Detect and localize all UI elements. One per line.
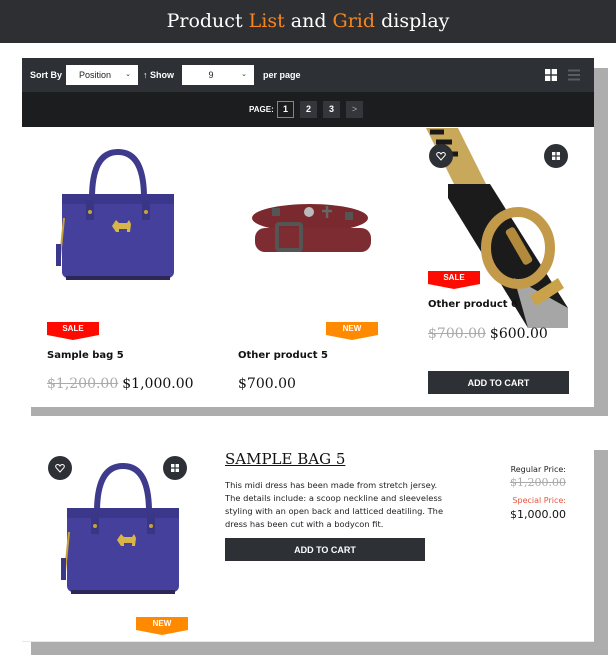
current-price: $1,000.00	[122, 376, 194, 392]
new-badge: NEW	[136, 617, 188, 635]
product-image-studded-belt[interactable]	[247, 196, 377, 266]
toolbar: Sort By Position ⌄ ↑ Show 9 ⌄ per page	[22, 58, 594, 92]
price-box: Regular Price: $1,200.00 Special Price: …	[510, 464, 566, 523]
sale-badge: SALE	[47, 322, 99, 340]
product-price: $700.00	[238, 376, 296, 392]
next-page-button[interactable]: >	[346, 101, 363, 118]
product-price: $1,200.00 $1,000.00	[47, 376, 194, 392]
banner-word-grid: Grid	[332, 10, 376, 32]
sort-by-select[interactable]: Position ⌄	[66, 65, 138, 85]
show-count-select[interactable]: 9 ⌄	[182, 65, 254, 85]
wishlist-button[interactable]	[48, 456, 72, 480]
pagination-label: PAGE:	[249, 105, 274, 114]
list-icon[interactable]	[568, 69, 580, 81]
product-name-link[interactable]: Sample bag 5	[47, 350, 124, 361]
chevron-right-icon: >	[351, 104, 358, 114]
product-image-purple-bag[interactable]	[57, 462, 189, 602]
old-price: $700.00	[428, 326, 486, 342]
list-view-panel: NEW SAMPLE BAG 5 This midi dress has bee…	[22, 440, 594, 642]
per-page-label: per page	[263, 70, 301, 80]
quick-view-button[interactable]	[163, 456, 187, 480]
special-price: $1,000.00	[510, 508, 566, 521]
banner-word: Product	[166, 10, 243, 32]
quick-view-button[interactable]	[544, 144, 568, 168]
regular-price-label: Regular Price:	[510, 465, 566, 474]
page-button-3[interactable]: 3	[323, 101, 340, 118]
product-name-link[interactable]: Other product 6	[428, 299, 518, 310]
product-image-purple-bag[interactable]	[52, 148, 184, 288]
pagination-bar: PAGE: 1 2 3 >	[22, 92, 594, 127]
old-price: $1,200.00	[47, 376, 119, 392]
heart-icon	[55, 463, 65, 473]
new-badge: NEW	[326, 322, 378, 340]
current-price: $600.00	[489, 326, 548, 342]
special-price-label: Special Price:	[512, 496, 566, 505]
show-label: Show	[150, 70, 175, 80]
grid-icon	[171, 464, 179, 472]
arrow-up-icon: ↑	[143, 70, 148, 80]
banner-word-list: List	[248, 10, 285, 32]
banner-word: display	[381, 10, 450, 32]
sort-direction-toggle[interactable]: ↑ Show	[143, 58, 174, 92]
banner-word: and	[290, 10, 327, 32]
add-to-cart-button[interactable]: ADD TO CART	[225, 538, 425, 561]
current-price: $700.00	[238, 376, 296, 392]
heart-icon	[436, 151, 446, 161]
product-price: $700.00 $600.00	[428, 326, 548, 342]
add-to-cart-button[interactable]: ADD TO CART	[428, 371, 569, 394]
grid-view-panel: Sort By Position ⌄ ↑ Show 9 ⌄ per page P…	[22, 58, 594, 407]
regular-price: $1,200.00	[510, 476, 566, 489]
chevron-down-icon: ⌄	[125, 71, 131, 78]
page-button-2[interactable]: 2	[300, 101, 317, 118]
grid-icon[interactable]	[545, 69, 557, 81]
product-description: This midi dress has been made from stret…	[225, 480, 444, 529]
grid-icon	[552, 152, 560, 160]
product-name-link[interactable]: Other product 5	[238, 350, 328, 361]
chevron-down-icon: ⌄	[241, 71, 247, 78]
sort-by-label: Sort By	[30, 70, 63, 80]
page-banner: Product List and Grid display	[0, 0, 616, 43]
product-title-link[interactable]: SAMPLE BAG 5	[225, 450, 345, 468]
page-button-1[interactable]: 1	[277, 101, 294, 118]
wishlist-button[interactable]	[429, 144, 453, 168]
